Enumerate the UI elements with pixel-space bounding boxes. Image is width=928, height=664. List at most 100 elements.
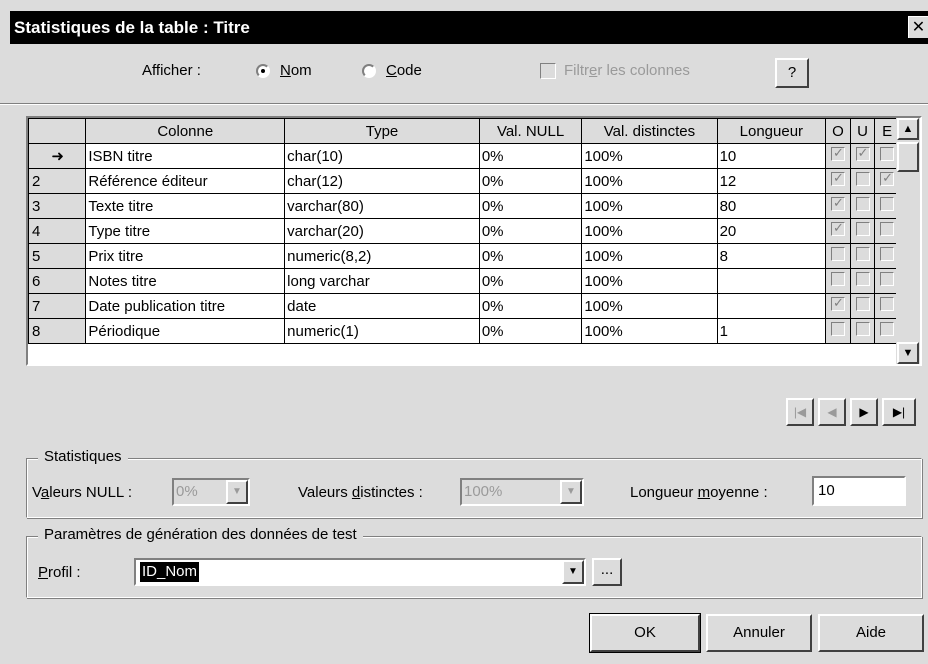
cell-val-distinctes[interactable]: 100% — [581, 293, 718, 319]
checkbox-o[interactable] — [830, 220, 845, 236]
cell-longueur[interactable]: 80 — [716, 193, 827, 219]
columns-grid[interactable]: Colonne Type Val. NULL Val. distinctes L… — [26, 116, 922, 366]
profile-combo[interactable]: ID_Nom ▼ — [134, 558, 586, 586]
cell-colonne[interactable]: Périodique — [85, 318, 286, 344]
checkbox-e[interactable] — [880, 297, 895, 311]
checkbox-o[interactable] — [830, 145, 845, 161]
ok-button[interactable]: OK — [589, 613, 701, 653]
radio-nom-indicator[interactable] — [256, 63, 270, 78]
header-longueur[interactable]: Longueur — [716, 118, 827, 144]
help-question-button[interactable]: ? — [775, 58, 809, 88]
cell-val-distinctes[interactable]: 100% — [581, 143, 718, 169]
cell-val-null[interactable]: 0% — [478, 268, 583, 294]
header-colonne[interactable]: Colonne — [85, 118, 286, 144]
scroll-thumb[interactable] — [897, 142, 919, 172]
close-button[interactable]: ✕ — [908, 16, 928, 38]
cell-type[interactable]: numeric(1) — [284, 318, 480, 344]
null-values-combo[interactable]: 0% ▼ — [172, 478, 250, 506]
table-row[interactable]: 8 Périodique numeric(1) 0% 100% 1 — [27, 318, 900, 344]
cell-longueur[interactable]: 8 — [716, 243, 827, 269]
filter-columns-box[interactable] — [540, 62, 556, 79]
cell-val-null[interactable]: 0% — [478, 193, 583, 219]
cell-longueur[interactable] — [716, 268, 827, 294]
cell-colonne[interactable]: Notes titre — [85, 268, 286, 294]
checkbox-e[interactable] — [880, 322, 895, 336]
checkbox-u[interactable] — [855, 247, 870, 261]
cell-type[interactable]: date — [284, 293, 480, 319]
prev-record-icon[interactable]: ◀ — [818, 398, 846, 426]
checkbox-o[interactable] — [830, 322, 845, 336]
cell-val-null[interactable]: 0% — [478, 143, 583, 169]
cell-colonne[interactable]: Texte titre — [85, 193, 286, 219]
cell-type[interactable]: char(12) — [284, 168, 480, 194]
scroll-up-icon[interactable]: ▲ — [897, 118, 919, 140]
cell-val-distinctes[interactable]: 100% — [581, 243, 718, 269]
header-u[interactable]: U — [849, 118, 876, 144]
cell-val-distinctes[interactable]: 100% — [581, 218, 718, 244]
header-val-distinctes[interactable]: Val. distinctes — [581, 118, 718, 144]
chevron-down-icon[interactable]: ▼ — [226, 480, 248, 504]
checkbox-u[interactable] — [855, 322, 870, 336]
table-row[interactable]: 2 Référence éditeur char(12) 0% 100% 12 — [27, 168, 900, 194]
cell-val-distinctes[interactable]: 100% — [581, 318, 718, 344]
cell-type[interactable]: numeric(8,2) — [284, 243, 480, 269]
cell-val-null[interactable]: 0% — [478, 218, 583, 244]
radio-code-indicator[interactable] — [362, 63, 376, 78]
chevron-down-icon[interactable]: ▼ — [562, 560, 584, 584]
checkbox-o[interactable] — [830, 247, 845, 261]
table-row[interactable]: ➜ ISBN titre char(10) 0% 100% 10 — [27, 143, 900, 169]
cell-val-null[interactable]: 0% — [478, 243, 583, 269]
table-row[interactable]: 5 Prix titre numeric(8,2) 0% 100% 8 — [27, 243, 900, 269]
checkbox-o[interactable] — [830, 170, 845, 186]
cell-type[interactable]: long varchar — [284, 268, 480, 294]
checkbox-u[interactable] — [855, 145, 870, 161]
checkbox-o[interactable] — [830, 272, 845, 286]
cell-val-distinctes[interactable]: 100% — [581, 193, 718, 219]
cancel-button[interactable]: Annuler — [706, 614, 812, 652]
last-record-icon[interactable]: ▶| — [882, 398, 916, 426]
table-row[interactable]: 7 Date publication titre date 0% 100% — [27, 293, 900, 319]
radio-nom[interactable]: Nom — [256, 62, 312, 79]
cell-longueur[interactable]: 1 — [716, 318, 827, 344]
table-row[interactable]: 3 Texte titre varchar(80) 0% 100% 80 — [27, 193, 900, 219]
cell-type[interactable]: varchar(20) — [284, 218, 480, 244]
checkbox-e[interactable] — [880, 197, 895, 211]
cell-type[interactable]: varchar(80) — [284, 193, 480, 219]
avg-length-input[interactable]: 10 — [812, 476, 906, 506]
radio-code[interactable]: Code — [362, 62, 422, 79]
next-record-icon[interactable]: ▶ — [850, 398, 878, 426]
checkbox-u[interactable] — [855, 172, 870, 186]
checkbox-o[interactable] — [830, 295, 845, 311]
checkbox-e[interactable] — [880, 247, 895, 261]
header-type[interactable]: Type — [284, 118, 480, 144]
table-row[interactable]: 4 Type titre varchar(20) 0% 100% 20 — [27, 218, 900, 244]
checkbox-e[interactable] — [880, 170, 895, 186]
checkbox-u[interactable] — [855, 197, 870, 211]
cell-longueur[interactable]: 20 — [716, 218, 827, 244]
checkbox-o[interactable] — [830, 195, 845, 211]
browse-button[interactable]: ... — [592, 558, 622, 586]
checkbox-u[interactable] — [855, 297, 870, 311]
cell-val-null[interactable]: 0% — [478, 168, 583, 194]
chevron-down-icon[interactable]: ▼ — [560, 480, 582, 504]
cell-longueur[interactable]: 10 — [716, 143, 827, 169]
checkbox-e[interactable] — [880, 272, 895, 286]
cell-val-distinctes[interactable]: 100% — [581, 168, 718, 194]
checkbox-e[interactable] — [880, 222, 895, 236]
checkbox-u[interactable] — [855, 272, 870, 286]
cell-val-null[interactable]: 0% — [478, 318, 583, 344]
cell-colonne[interactable]: Date publication titre — [85, 293, 286, 319]
help-button[interactable]: Aide — [818, 614, 924, 652]
distinct-values-combo[interactable]: 100% ▼ — [460, 478, 584, 506]
filter-columns-checkbox[interactable]: Filtrer les colonnes — [540, 62, 690, 79]
first-record-icon[interactable]: |◀ — [786, 398, 814, 426]
cell-colonne[interactable]: ISBN titre — [85, 143, 286, 169]
cell-longueur[interactable]: 12 — [716, 168, 827, 194]
cell-val-distinctes[interactable]: 100% — [581, 268, 718, 294]
header-o[interactable]: O — [825, 118, 851, 144]
checkbox-u[interactable] — [855, 222, 870, 236]
cell-type[interactable]: char(10) — [284, 143, 480, 169]
scroll-down-icon[interactable]: ▼ — [897, 342, 919, 364]
checkbox-e[interactable] — [880, 147, 895, 161]
cell-colonne[interactable]: Type titre — [85, 218, 286, 244]
